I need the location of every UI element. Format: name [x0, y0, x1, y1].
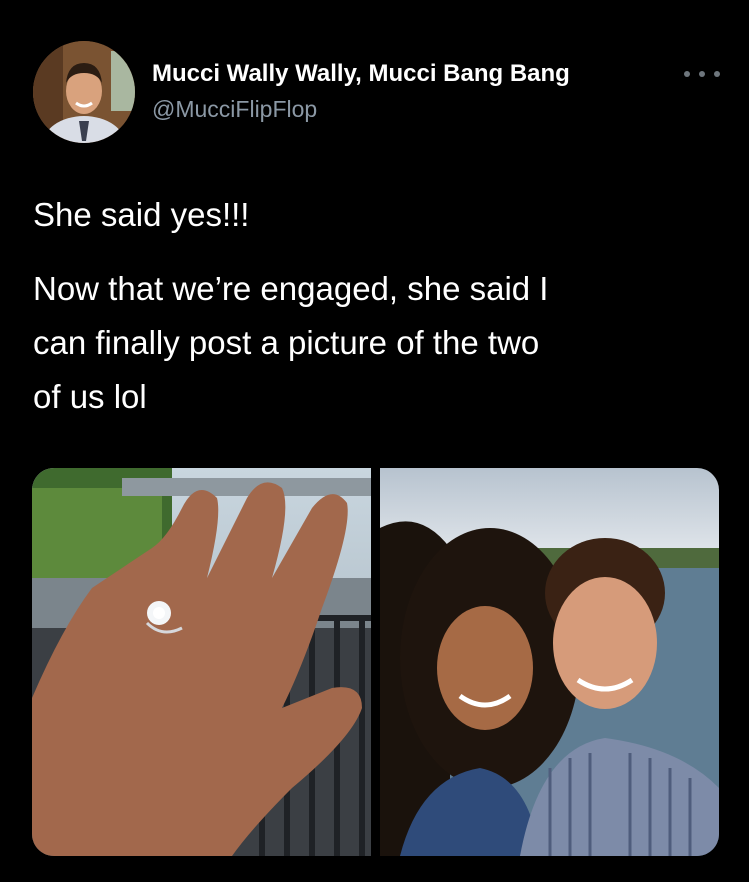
more-dot: [684, 71, 690, 77]
more-horizontal-icon[interactable]: [684, 62, 720, 86]
author-name[interactable]: Mucci Wally Wally, Mucci Bang Bang: [152, 60, 570, 88]
tweet-text-line: She said yes!!!: [33, 196, 250, 233]
tweet-text-line: can finally post a picture of the two: [33, 324, 540, 361]
couple-selfie-photo[interactable]: [380, 468, 719, 856]
tweet-text-line: of us lol: [33, 378, 147, 415]
tweet-media: [32, 468, 719, 856]
tweet: Mucci Wally Wally, Mucci Bang Bang @Mucc…: [0, 0, 749, 882]
hand-with-engagement-ring-photo[interactable]: [32, 468, 371, 856]
avatar-image: [33, 41, 135, 143]
more-dot: [699, 71, 705, 77]
avatar[interactable]: [33, 41, 135, 143]
author-handle[interactable]: @MucciFlipFlop: [152, 96, 317, 123]
more-dot: [714, 71, 720, 77]
tweet-text-line: Now that we’re engaged, she said I: [33, 270, 549, 307]
